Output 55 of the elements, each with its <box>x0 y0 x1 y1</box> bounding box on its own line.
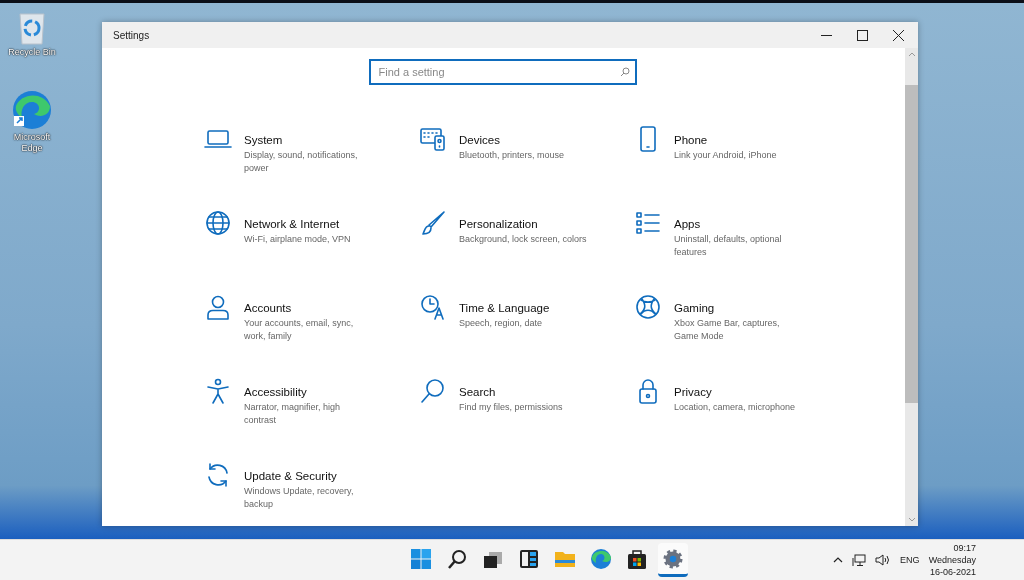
category-description: Bluetooth, printers, mouse <box>459 149 566 162</box>
search-icon <box>445 547 468 570</box>
search-field[interactable]: Find a setting <box>368 59 637 85</box>
language-indicator[interactable]: ENG <box>900 555 920 566</box>
browser-icon <box>589 547 612 570</box>
settings-icon <box>661 547 684 570</box>
category-description: Your accounts, email, sync, work, family <box>244 317 355 343</box>
category-description: Wi-Fi, airplane mode, VPN <box>244 233 352 246</box>
category-title[interactable]: Time & Language <box>459 301 587 315</box>
category-description: Location, camera, microphone <box>674 401 797 414</box>
category-title[interactable]: Gaming <box>674 301 802 315</box>
accessibility-icon[interactable] <box>204 377 232 405</box>
category-description: Display, sound, notifications, power <box>244 149 359 175</box>
category-description: Background, lock screen, colors <box>459 233 587 246</box>
category-description: Speech, region, date <box>459 317 544 330</box>
keyboard-icon[interactable] <box>419 125 447 153</box>
category-description: Find my files, permissions <box>459 401 564 414</box>
clock-icon[interactable] <box>419 293 447 321</box>
category-description: Narrator, magnifier, high contrast <box>244 401 342 427</box>
category-title[interactable]: Network & Internet <box>244 217 372 231</box>
globe-icon[interactable] <box>204 209 232 237</box>
category-title[interactable]: Search <box>459 385 587 399</box>
search-icon <box>619 67 630 77</box>
category-title[interactable]: System <box>244 133 372 147</box>
start-icon <box>409 547 432 570</box>
brush-icon[interactable] <box>419 209 447 237</box>
window-title: Settings <box>113 29 150 41</box>
chevron-up-icon[interactable] <box>833 557 844 564</box>
category-title[interactable]: Phone <box>674 133 802 147</box>
xbox-icon[interactable] <box>634 293 662 321</box>
category-description: Link your Android, iPhone <box>674 149 778 162</box>
category-title[interactable]: Devices <box>459 133 587 147</box>
maximize-icon[interactable] <box>857 29 868 41</box>
close-icon[interactable] <box>893 29 904 41</box>
category-description: Xbox Game Bar, captures, Game Mode <box>674 317 781 343</box>
widgets-icon <box>517 547 540 570</box>
volume-icon[interactable] <box>875 554 892 567</box>
search-icon[interactable] <box>419 377 447 405</box>
category-title[interactable]: Update & Security <box>244 469 372 483</box>
category-title[interactable]: Personalization <box>459 217 587 231</box>
category-description: Uninstall, defaults, optional features <box>674 233 783 259</box>
category-title[interactable]: Privacy <box>674 385 802 399</box>
scrollbar[interactable] <box>905 48 918 526</box>
category-title[interactable]: Accessibility <box>244 385 372 399</box>
person-icon[interactable] <box>204 293 232 321</box>
category-title[interactable]: Accounts <box>244 301 372 315</box>
browser-icon[interactable] <box>12 90 52 130</box>
list-icon[interactable] <box>634 209 662 237</box>
scrollbar-thumb[interactable] <box>905 85 918 403</box>
store-icon <box>625 547 648 570</box>
category-description: Windows Update, recovery, backup <box>244 485 355 511</box>
category-title[interactable]: Apps <box>674 217 802 231</box>
recycle-bin-icon[interactable] <box>17 11 47 45</box>
clock[interactable]: 09:17 Wednesday 16-06-2021 <box>928 542 976 579</box>
network-icon[interactable] <box>852 553 867 567</box>
